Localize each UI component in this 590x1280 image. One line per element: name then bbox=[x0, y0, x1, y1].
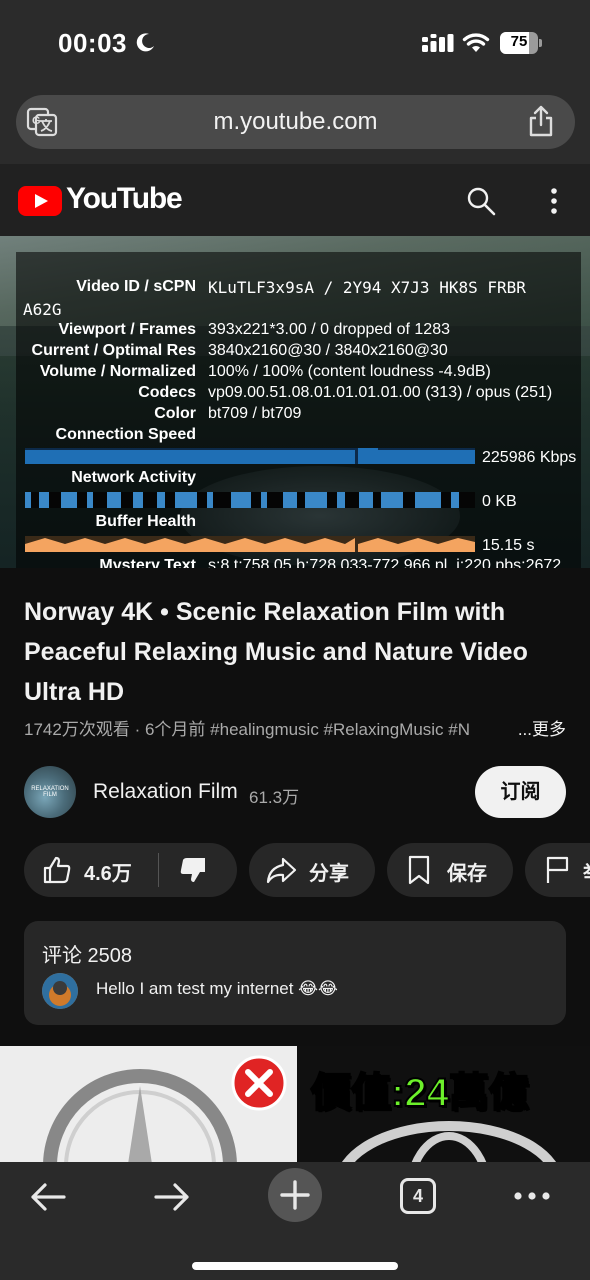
comments-header: 评论 2508 bbox=[42, 945, 133, 967]
youtube-wordmark[interactable]: YouTube bbox=[66, 182, 183, 216]
stats-row-buffer-health: Buffer Health bbox=[95, 513, 196, 530]
ad-thumbnail-toyota[interactable]: 價值:24萬億 bbox=[299, 1046, 590, 1164]
moon-icon bbox=[136, 33, 154, 52]
like-count[interactable]: 4.6万 bbox=[84, 857, 132, 886]
stats-row-codecs: Codecs vp09.00.51.08.01.01.01.01.00 (313… bbox=[138, 384, 553, 401]
view-count: 1742万次观看 bbox=[24, 720, 130, 739]
report-label: 举 bbox=[583, 857, 590, 886]
ad-row[interactable]: 價值:24萬億 bbox=[0, 1046, 590, 1164]
battery-percent: 75 bbox=[510, 33, 528, 50]
url-text: m.youtube.com bbox=[213, 108, 378, 135]
share-icon[interactable] bbox=[527, 105, 555, 137]
browser-address-area: G m.youtube.com bbox=[0, 88, 590, 164]
new-tab-button[interactable] bbox=[268, 1168, 322, 1222]
video-meta[interactable]: 1742万次观看 · 6个月前 #healingmusic #RelaxingM… bbox=[24, 715, 570, 740]
plus-icon bbox=[280, 1180, 310, 1210]
back-arrow-icon[interactable] bbox=[28, 1180, 68, 1214]
subscriber-count: 61.3万 bbox=[249, 788, 300, 807]
save-button[interactable]: 保存 bbox=[387, 843, 513, 897]
stats-row-network-activity: Network Activity bbox=[71, 469, 196, 486]
status-time: 00:03 bbox=[58, 28, 127, 58]
stats-row-mystery-text: Mystery Text s:8 t:758.05 b:728.033-772.… bbox=[99, 557, 562, 568]
wifi-icon bbox=[462, 33, 490, 52]
stats-for-nerds-overlay: Video ID / sCPN KLuTLF3x9sA / 2Y94 X7J3 … bbox=[16, 252, 581, 568]
ad-headline: 價值:24萬億 bbox=[310, 1070, 530, 1116]
commenter-avatar bbox=[42, 973, 78, 1009]
report-button[interactable]: 举 bbox=[525, 843, 590, 897]
stats-row-video-id-wrap: A62G bbox=[23, 300, 62, 319]
stats-row-volume: Volume / Normalized 100% / 100% (content… bbox=[39, 363, 491, 380]
tabs-count-button[interactable]: 4 bbox=[400, 1178, 436, 1214]
comments-card[interactable]: 评论 2508 Hello I am test my internet 😂😂 bbox=[24, 921, 566, 1025]
like-dislike-pill: 4.6万 bbox=[24, 843, 237, 897]
share-label: 分享 bbox=[309, 863, 349, 885]
hashtags: #healingmusic #RelaxingMusic #N bbox=[210, 720, 471, 739]
youtube-logo-icon[interactable] bbox=[18, 186, 62, 216]
action-row: 4.6万 分享 保存 举 bbox=[0, 843, 590, 897]
buffer-health-graph bbox=[25, 536, 475, 552]
share-button[interactable]: 分享 bbox=[249, 843, 375, 897]
address-bar[interactable]: G m.youtube.com bbox=[16, 95, 575, 149]
forward-arrow-icon[interactable] bbox=[152, 1180, 192, 1214]
dislike-icon[interactable] bbox=[178, 855, 208, 885]
video-player[interactable]: Video ID / sCPN KLuTLF3x9sA / 2Y94 X7J3 … bbox=[0, 236, 590, 568]
subscribe-button[interactable]: 订阅 bbox=[475, 766, 566, 818]
like-icon[interactable] bbox=[42, 855, 72, 885]
share-arrow-icon bbox=[266, 857, 297, 884]
home-indicator[interactable] bbox=[192, 1262, 398, 1270]
browser-toolbar: 4 bbox=[0, 1162, 590, 1280]
search-icon[interactable] bbox=[466, 186, 496, 216]
more-vertical-icon[interactable] bbox=[544, 186, 564, 216]
youtube-header: YouTube bbox=[0, 164, 590, 236]
upload-age: 6个月前 bbox=[144, 720, 206, 739]
stats-row-viewport: Viewport / Frames 393x221*3.00 / 0 dropp… bbox=[58, 321, 450, 338]
mercedes-logo-icon bbox=[43, 1055, 287, 1164]
channel-avatar[interactable]: RELAXATION FILM bbox=[24, 766, 76, 818]
channel-name[interactable]: Relaxation Film bbox=[93, 780, 238, 804]
buffer-health-value: 15.15 s bbox=[482, 537, 535, 554]
ad-thumbnail-mercedes[interactable] bbox=[0, 1046, 297, 1164]
video-title[interactable]: Norway 4K • Scenic Relaxation Film with … bbox=[24, 592, 570, 712]
stats-row-video-id: Video ID / sCPN KLuTLF3x9sA / 2Y94 X7J3 … bbox=[76, 278, 526, 297]
top-comment-text: Hello I am test my internet 😂😂 bbox=[96, 979, 338, 998]
stats-row-color: Color bt709 / bt709 bbox=[154, 405, 302, 422]
connection-speed-graph bbox=[25, 448, 475, 464]
stats-row-resolution: Current / Optimal Res 3840x2160@30 / 384… bbox=[31, 342, 448, 359]
flag-icon bbox=[546, 856, 569, 883]
cellular-signal-icon bbox=[422, 34, 454, 52]
stats-row-connection-speed: Connection Speed bbox=[55, 426, 196, 443]
network-activity-value: 0 KB bbox=[482, 493, 517, 510]
connection-speed-value: 225986 Kbps bbox=[482, 449, 577, 466]
more-description-link[interactable]: ...更多 bbox=[491, 715, 566, 740]
network-activity-graph bbox=[25, 492, 475, 508]
save-label: 保存 bbox=[447, 863, 487, 885]
more-horizontal-icon[interactable] bbox=[512, 1190, 552, 1202]
status-bar: 00:03 75 bbox=[0, 0, 590, 88]
battery-indicator: 75 bbox=[500, 32, 542, 54]
bookmark-icon bbox=[408, 855, 430, 885]
